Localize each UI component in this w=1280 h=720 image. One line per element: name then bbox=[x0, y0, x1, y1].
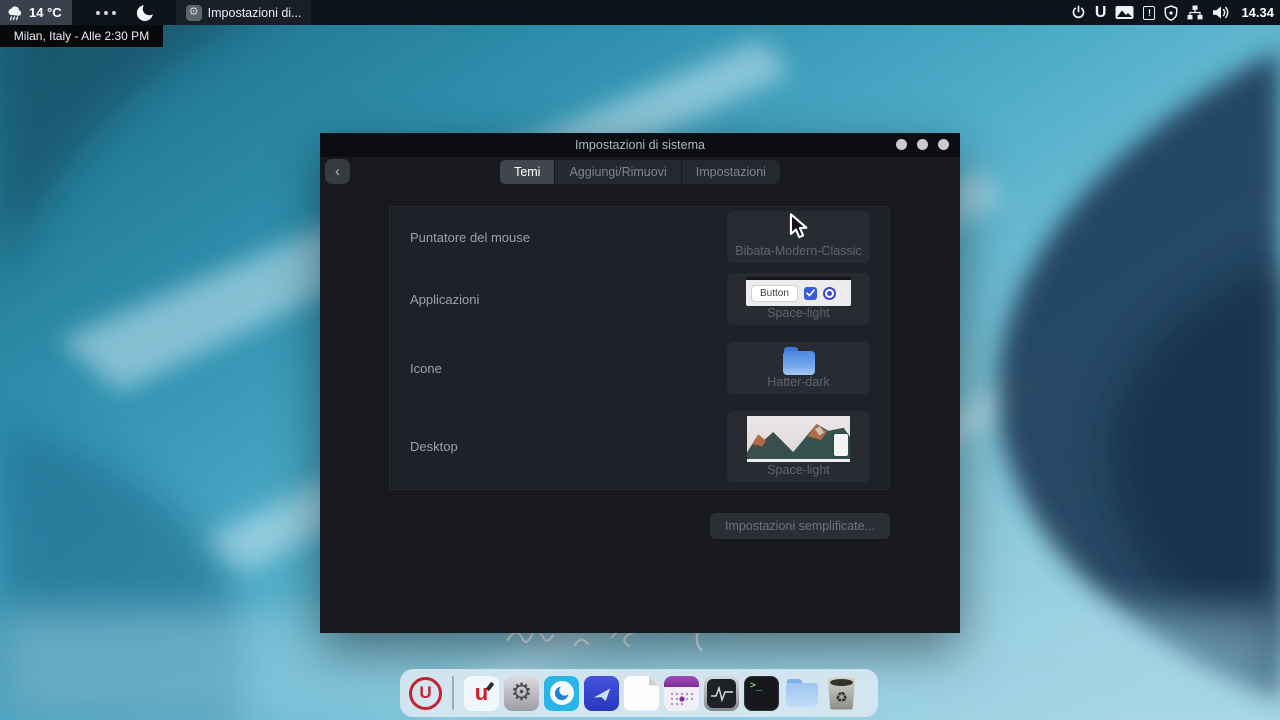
dock-item-mail[interactable] bbox=[584, 676, 619, 711]
window-minimize-button[interactable] bbox=[896, 139, 907, 150]
system-tray: U ! 14.34 bbox=[1071, 5, 1280, 21]
image-icon[interactable] bbox=[1115, 5, 1134, 20]
mouse-pointer-icon bbox=[786, 212, 812, 242]
desktop: 14 °C ⚙ Impostazioni di... U ! bbox=[0, 0, 1280, 720]
welcome-icon: u bbox=[475, 682, 488, 704]
dock-item-calendar[interactable] bbox=[664, 676, 699, 711]
gtk-theme-preview: Button bbox=[746, 277, 851, 306]
moon-icon bbox=[134, 2, 156, 24]
dock-item-browser[interactable] bbox=[544, 676, 579, 711]
simplified-settings-button[interactable]: Impostazioni semplificate... bbox=[710, 513, 890, 539]
setting-label: Icone bbox=[410, 361, 442, 376]
ellipsis-icon[interactable] bbox=[96, 11, 116, 15]
dock: U u ⚙ bbox=[400, 669, 878, 717]
mail-icon bbox=[591, 683, 613, 703]
desktop-theme-tile[interactable]: Space-light bbox=[727, 411, 870, 482]
folder-icon bbox=[783, 347, 815, 375]
weather-tooltip-text: Milan, Italy - Alle 2:30 PM bbox=[14, 29, 149, 43]
power-icon[interactable] bbox=[1071, 5, 1086, 20]
taskbar-window-button[interactable]: ⚙ Impostazioni di... bbox=[176, 0, 312, 25]
ubuntu-u-icon[interactable]: U bbox=[1095, 5, 1107, 21]
top-panel: 14 °C ⚙ Impostazioni di... U ! bbox=[0, 0, 1280, 25]
window-close-button[interactable] bbox=[938, 139, 949, 150]
gear-icon: ⚙ bbox=[186, 5, 202, 21]
setting-row-icons: Icone Hatter-dark bbox=[390, 342, 889, 394]
tab-bar: Temi Aggiungi/Rimuovi Impostazioni bbox=[320, 160, 960, 184]
package-alert-icon[interactable]: ! bbox=[1143, 6, 1155, 20]
terminal-icon: >_ bbox=[750, 680, 762, 691]
window-maximize-button[interactable] bbox=[917, 139, 928, 150]
dock-item-text-editor[interactable] bbox=[624, 676, 659, 711]
tab-impostazioni[interactable]: Impostazioni bbox=[682, 160, 780, 184]
icon-theme-name: Hatter-dark bbox=[767, 375, 830, 389]
window-titlebar[interactable]: Impostazioni di sistema bbox=[320, 133, 960, 157]
dock-item-trash[interactable]: ♻ bbox=[826, 677, 857, 710]
gtk-theme-tile[interactable]: Button Space-light bbox=[727, 273, 870, 325]
dock-item-files[interactable] bbox=[784, 676, 819, 711]
network-icon[interactable] bbox=[1187, 5, 1203, 20]
dock-item-welcome[interactable]: u bbox=[464, 676, 499, 711]
weather-applet[interactable]: 14 °C bbox=[0, 0, 72, 25]
weather-tooltip: Milan, Italy - Alle 2:30 PM bbox=[0, 25, 163, 47]
gear-icon: ⚙ bbox=[511, 681, 533, 705]
window-title: Impostazioni di sistema bbox=[320, 138, 960, 152]
preview-button: Button bbox=[751, 285, 798, 302]
dock-item-settings[interactable]: ⚙ bbox=[504, 676, 539, 711]
setting-row-mouse-pointer: Puntatore del mouse Bibata-Modern-Classi… bbox=[390, 211, 889, 263]
budgie-menu-icon[interactable]: U bbox=[409, 677, 442, 710]
preview-checkbox bbox=[804, 287, 817, 300]
tab-aggiungi-rimuovi[interactable]: Aggiungi/Rimuovi bbox=[555, 160, 680, 184]
system-monitor-icon bbox=[707, 679, 736, 708]
dock-item-terminal[interactable]: >_ bbox=[744, 676, 779, 711]
gtk-theme-name: Space-light bbox=[767, 306, 830, 320]
shield-icon[interactable] bbox=[1164, 5, 1178, 21]
window-controls bbox=[896, 139, 949, 150]
setting-label: Applicazioni bbox=[410, 292, 479, 307]
setting-row-desktop: Desktop Space-light bbox=[390, 411, 889, 482]
checkmark-icon bbox=[806, 289, 815, 297]
desktop-theme-name: Space-light bbox=[767, 463, 830, 477]
tab-temi[interactable]: Temi bbox=[500, 160, 554, 184]
settings-window: Impostazioni di sistema ‹ Temi Aggiungi/… bbox=[320, 133, 960, 633]
dock-separator bbox=[452, 676, 454, 710]
browser-icon bbox=[550, 681, 574, 705]
clock[interactable]: 14.34 bbox=[1241, 5, 1274, 20]
recycle-icon: ♻ bbox=[835, 690, 848, 704]
setting-row-applications: Applicazioni Button Space-light bbox=[390, 273, 889, 325]
taskbar-window-label: Impostazioni di... bbox=[208, 6, 302, 20]
setting-label: Desktop bbox=[410, 439, 458, 454]
preview-radio bbox=[823, 287, 836, 300]
setting-label: Puntatore del mouse bbox=[410, 230, 530, 245]
themes-panel: Puntatore del mouse Bibata-Modern-Classi… bbox=[389, 206, 890, 490]
trash-lid bbox=[830, 679, 853, 686]
weather-temperature: 14 °C bbox=[29, 5, 62, 20]
dock-item-system-monitor[interactable] bbox=[704, 676, 739, 711]
volume-icon[interactable] bbox=[1212, 5, 1230, 20]
cloud-rain-icon bbox=[6, 5, 24, 21]
cursor-theme-tile[interactable]: Bibata-Modern-Classic bbox=[727, 211, 870, 263]
window-toolbar: ‹ Temi Aggiungi/Rimuovi Impostazioni bbox=[320, 157, 960, 193]
page-fold-icon bbox=[649, 676, 659, 686]
calendar-icon bbox=[664, 676, 699, 687]
wallpaper-thumbnail bbox=[747, 416, 850, 462]
cursor-theme-name: Bibata-Modern-Classic bbox=[735, 244, 861, 258]
icon-theme-tile[interactable]: Hatter-dark bbox=[727, 342, 870, 394]
night-light-applet[interactable] bbox=[134, 2, 156, 24]
files-folder-icon bbox=[786, 679, 818, 707]
